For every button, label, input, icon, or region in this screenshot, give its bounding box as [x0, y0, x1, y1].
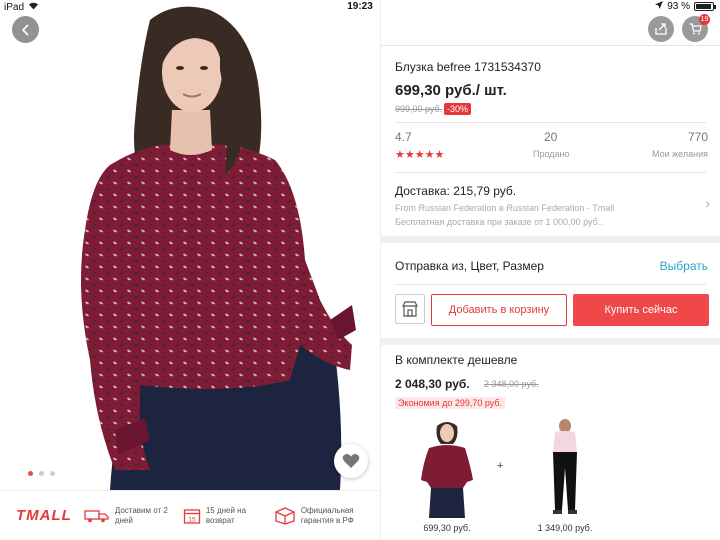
section-gap	[381, 236, 720, 243]
options-label: Отправка из, Цвет, Размер	[395, 259, 544, 273]
gallery-dot[interactable]	[28, 471, 33, 476]
discount-badge: -30%	[444, 103, 472, 115]
product-old-price: 999,00 руб.	[395, 104, 443, 114]
location-icon	[655, 1, 664, 12]
clock: 19:23	[347, 1, 373, 12]
price-divider	[395, 122, 706, 123]
tmall-logo: TMALL	[16, 507, 72, 524]
back-button[interactable]	[12, 16, 39, 43]
cart-count-badge: 19	[699, 14, 710, 25]
chevron-left-icon	[21, 23, 29, 36]
gallery-dot[interactable]	[39, 471, 44, 476]
battery-percent: 93 %	[667, 1, 690, 12]
calendar-number: 15	[188, 516, 196, 523]
header-divider	[381, 45, 720, 46]
product-price: 699,30 руб./ шт.	[395, 82, 507, 99]
buy-now-button[interactable]: Купить сейчас	[573, 294, 709, 326]
gallery-pagination	[28, 471, 55, 476]
bundle-item-blouse-image[interactable]	[417, 418, 477, 518]
box-icon	[275, 506, 295, 525]
bundle-item-jeans-image[interactable]	[535, 418, 595, 518]
share-icon	[655, 23, 667, 35]
chevron-right-icon: ›	[705, 196, 710, 211]
cart-icon	[689, 23, 702, 35]
delivery-route: From Russian Federation в Russian Federa…	[395, 203, 615, 213]
truck-icon	[84, 509, 109, 522]
add-to-cart-button[interactable]: Добавить в корзину	[431, 294, 567, 326]
product-photo[interactable]	[0, 0, 380, 490]
calendar-icon: 15	[183, 508, 200, 524]
wishlist-count: 770	[688, 130, 709, 144]
bundle-item-blouse-price: 699,30 руб.	[423, 523, 471, 533]
free-delivery-note: Бесплатная доставка при заказе от 1 000,…	[395, 217, 603, 227]
status-bar: iPad 19:23 93 %	[0, 0, 720, 14]
gallery-dot[interactable]	[50, 471, 55, 476]
bundle-price: 2 048,30 руб.	[395, 377, 470, 391]
options-divider	[395, 284, 706, 285]
bundle-title: В комплекте дешевле	[395, 353, 518, 367]
cart-button[interactable]: 19	[682, 14, 710, 42]
bundle-item-jeans-price: 1 349,00 руб.	[537, 523, 593, 533]
product-gallery[interactable]: TMALL Доставим от 2 дней 15 15 дней на в…	[0, 0, 380, 540]
service-strip: TMALL Доставим от 2 дней 15 15 дней на в…	[0, 490, 380, 540]
sold-label: Продано	[533, 149, 570, 159]
sold-count: 20	[544, 130, 558, 144]
battery-icon	[694, 2, 716, 11]
bundle-savings: Экономия до 299,70 руб.	[395, 397, 506, 409]
feature-warranty: Официальная гарантия в РФ	[274, 506, 357, 525]
product-details: 19 Блузка befree 1731534370 699,30 руб./…	[380, 0, 720, 540]
wishlist-button[interactable]	[334, 444, 368, 478]
stats-divider	[395, 172, 706, 173]
feature-return-text: 15 дней на возврат	[205, 506, 247, 525]
section-gap-2	[381, 338, 720, 345]
store-icon	[402, 301, 418, 317]
feature-delivery-text: Доставим от 2 дней	[114, 506, 168, 525]
bundle-plus: +	[497, 460, 504, 472]
store-button[interactable]	[395, 294, 425, 324]
bundle-old-price: 2 348,00 руб.	[484, 379, 539, 389]
rating-stars[interactable]: ★★★★★	[395, 148, 444, 161]
rating-value[interactable]: 4.7	[395, 130, 412, 144]
feature-return: 15 15 дней на возврат	[183, 506, 262, 525]
wishlist-label: Мои желания	[652, 149, 708, 159]
delivery-cost: Доставка: 215,79 руб.	[395, 184, 517, 198]
heart-icon	[342, 454, 360, 468]
product-title: Блузка befree 1731534370	[395, 60, 541, 74]
feature-delivery: Доставим от 2 дней	[84, 506, 171, 525]
select-options-link[interactable]: Выбрать	[660, 259, 708, 273]
share-button[interactable]	[648, 16, 674, 42]
feature-warranty-text: Официальная гарантия в РФ	[300, 506, 354, 525]
